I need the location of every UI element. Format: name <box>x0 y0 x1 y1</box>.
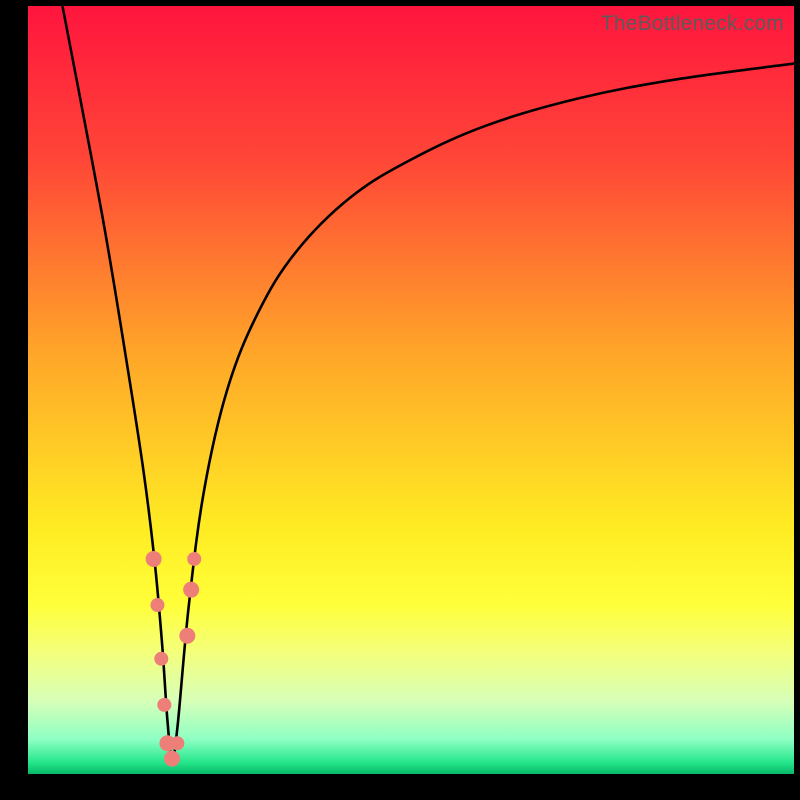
highlight-dots <box>146 551 202 767</box>
plot-area: TheBottleneck.com <box>28 6 794 774</box>
highlight-dot <box>150 598 164 612</box>
highlight-dot <box>157 698 171 712</box>
highlight-dot <box>154 652 168 666</box>
highlight-dot <box>187 552 201 566</box>
highlight-dot <box>164 751 180 767</box>
highlight-dot <box>170 736 184 750</box>
chart-frame: TheBottleneck.com <box>0 0 800 800</box>
highlight-dot <box>146 551 162 567</box>
highlight-dot <box>179 628 195 644</box>
curve-layer <box>28 6 794 774</box>
bottleneck-curve <box>62 6 794 759</box>
highlight-dot <box>183 582 199 598</box>
